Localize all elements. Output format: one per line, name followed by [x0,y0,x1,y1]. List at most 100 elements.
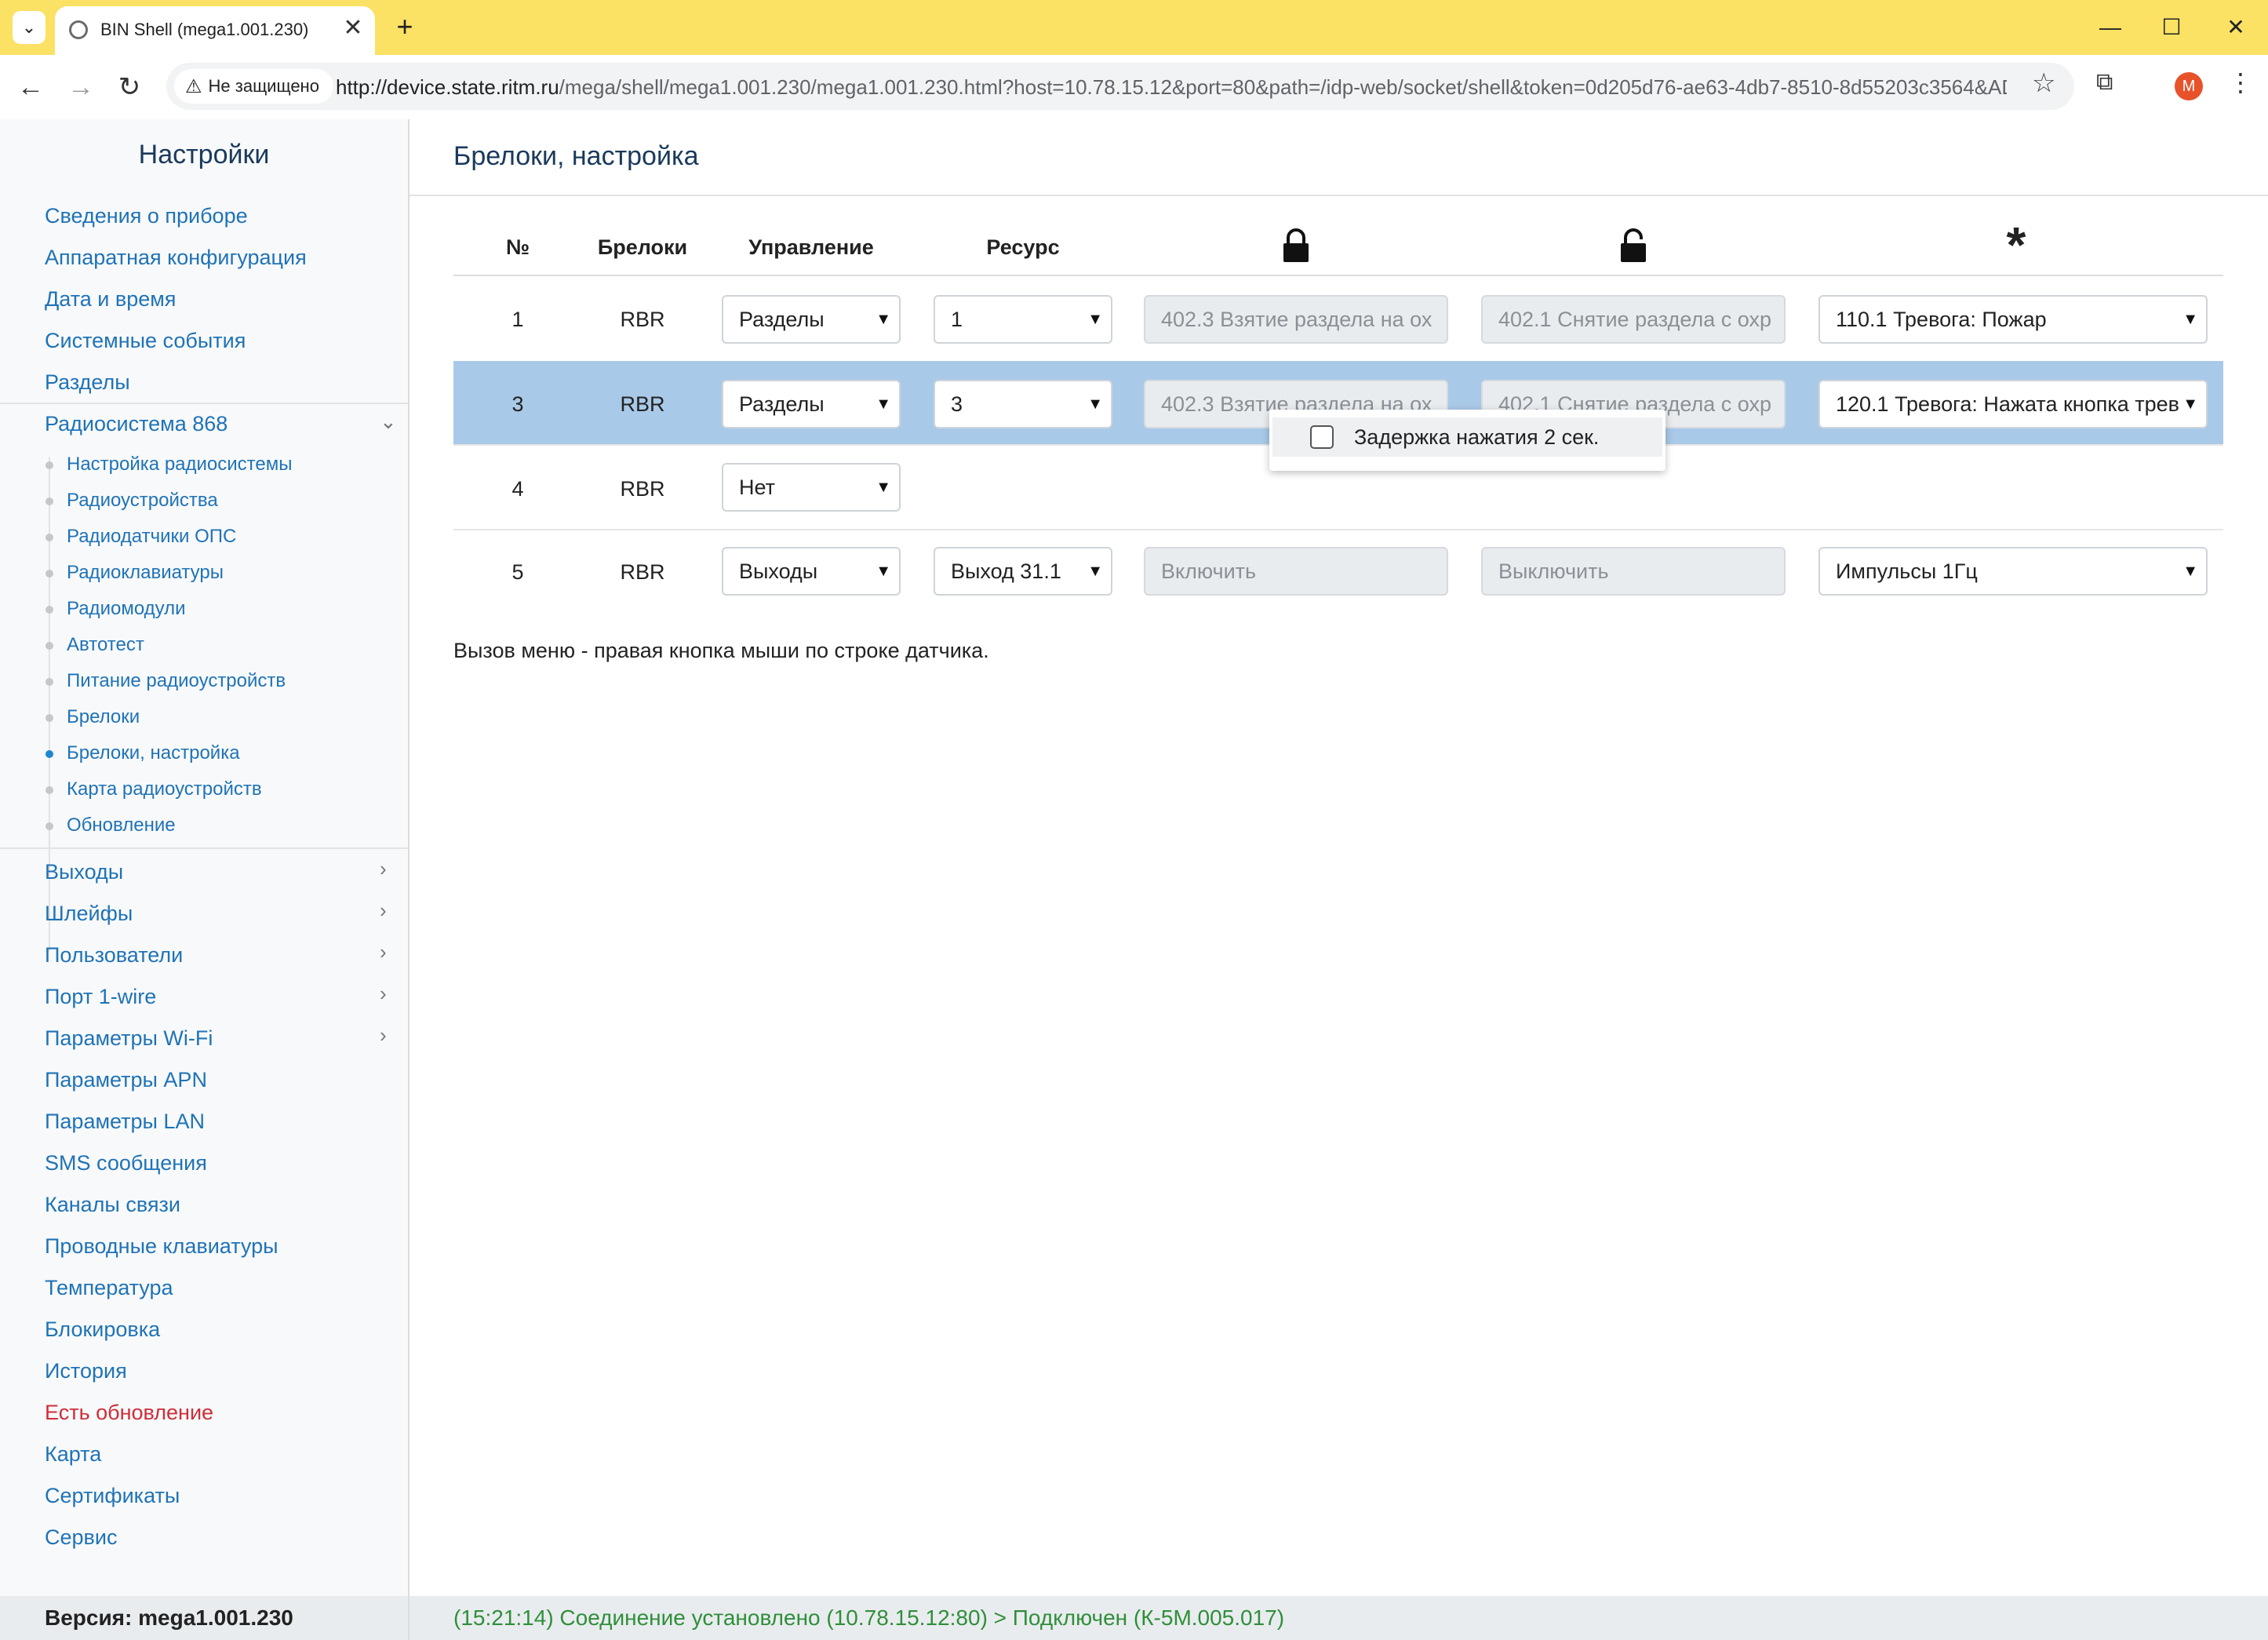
sidebar-item-temperature[interactable]: Температура [45,1276,173,1300]
sidebar-item-certificates[interactable]: Сертификаты [45,1484,180,1508]
kebab-icon[interactable]: ⋮ [2228,67,2253,97]
star-icon[interactable]: ☆ [2032,67,2055,99]
chevron-right-icon[interactable]: › [380,898,387,923]
sidebar-sub-power[interactable]: Питание радиоустройств [67,670,286,692]
sidebar-item-radio-868[interactable]: Радиосистема 868 [45,412,228,436]
col-header-control: Управление [748,235,874,259]
submenu-dot [46,606,53,614]
profile-avatar[interactable]: M [2175,72,2203,100]
sidebar-sub-radio-modules[interactable]: Радиомодули [67,598,186,620]
delay-checkbox[interactable] [1310,425,1334,449]
new-tab-button[interactable]: + [388,11,421,44]
sidebar-item-hardware-config[interactable]: Аппаратная конфигурация [45,246,307,270]
submenu-dot [46,534,53,541]
sidebar-item-apn[interactable]: Параметры APN [45,1068,207,1092]
page-title: Брелоки, настройка [453,141,699,171]
sidebar-sub-radio-setup[interactable]: Настройка радиосистемы [67,454,293,476]
col-header-num: № [505,235,530,259]
star-event-select[interactable]: 110.1 Тревога: Пожар ▼ [1818,295,2208,344]
chevron-right-icon[interactable]: › [380,1023,387,1048]
address-bar[interactable]: ⚠ Не защищено http://device.state.ritm.r… [166,63,2074,110]
resource-select[interactable]: 1 ▼ [934,295,1112,344]
sidebar-sub-radio-sensors[interactable]: Радиодатчики ОПС [67,526,236,548]
reload-icon[interactable]: ↻ [110,67,149,107]
context-menu-item-label: Задержка нажатия 2 сек. [1354,425,1600,449]
sidebar-sub-fobs-setup[interactable]: Брелоки, настройка [67,742,240,764]
sidebar-item-wired-keypads[interactable]: Проводные клавиатуры [45,1234,278,1259]
caret-down-icon: ▼ [876,548,891,594]
resource-select[interactable]: 3 ▼ [934,380,1112,428]
star-event-select[interactable]: 120.1 Тревога: Нажата кнопка трев ▼ [1818,380,2208,428]
sidebar-item-outputs[interactable]: Выходы [45,860,123,884]
caret-down-icon: ▼ [876,381,891,427]
submenu-dot [46,786,53,794]
warning-icon: ⚠ [185,75,202,97]
control-select[interactable]: Нет ▼ [722,463,901,512]
row-fob: RBR [620,308,665,331]
globe-icon [69,20,88,39]
back-icon[interactable]: ← [11,67,50,107]
sidebar-sub-autotest[interactable]: Автотест [67,634,144,656]
close-window-icon[interactable]: ✕ [2212,9,2259,46]
forward-icon[interactable]: → [61,67,100,107]
star-event-select[interactable]: Импульсы 1Гц ▼ [1818,547,2208,596]
chevron-right-icon[interactable]: › [380,940,387,964]
sidebar-sub-radio-map[interactable]: Карта радиоустройств [67,778,262,800]
sidebar-item-sms[interactable]: SMS сообщения [45,1151,207,1175]
url-host: http://device.state.ritm.ru [336,75,559,99]
chevron-down-icon[interactable]: ⌄ [380,410,397,434]
unlock-event-field: 402.1 Снятие раздела с охр [1481,295,1786,344]
sidebar-sub-radio-devices[interactable]: Радиоустройства [67,490,218,512]
control-select-value: Разделы [739,308,825,331]
footer-status-bar: (15:21:14) Соединение установлено (10.78… [410,1596,2268,1640]
chevron-right-icon[interactable]: › [380,982,387,1006]
version-text: Версия: mega1.001.230 [45,1605,293,1630]
submenu-dot [46,461,53,469]
sidebar-item-lan[interactable]: Параметры LAN [45,1110,205,1134]
resource-select[interactable]: Выход 31.1 ▼ [934,547,1112,596]
browser-tab[interactable]: BIN Shell (mega1.001.230) ✕ [55,6,375,55]
extensions-icon[interactable]: ⧉ [2096,69,2113,96]
sidebar-item-map[interactable]: Карта [45,1442,101,1467]
lock-event-field: 402.3 Взятие раздела на ох [1144,295,1448,344]
sidebar-item-update-available[interactable]: Есть обновление [45,1401,213,1425]
caret-down-icon: ▼ [1087,548,1103,594]
sidebar-item-1wire[interactable]: Порт 1-wire [45,985,156,1009]
sidebar-title: Настройки [138,140,270,169]
sidebar-sub-fobs[interactable]: Брелоки [67,706,140,728]
caret-down-icon: ▼ [876,297,891,342]
security-chip[interactable]: ⚠ Не защищено [174,69,333,104]
star-event-value: 120.1 Тревога: Нажата кнопка трев [1836,392,2180,416]
maximize-window-icon[interactable]: ☐ [2148,9,2195,46]
resource-select-value: 1 [951,308,963,331]
control-select[interactable]: Разделы ▼ [722,380,901,428]
close-tab-button[interactable]: ✕ [339,14,367,42]
sidebar-item-users[interactable]: Пользователи [45,943,183,968]
control-select[interactable]: Выходы ▼ [722,547,901,596]
submenu-dot [46,642,53,650]
sidebar-sub-radio-keypads[interactable]: Радиоклавиатуры [67,562,224,584]
tab-list-icon[interactable]: ⌄ [13,11,46,44]
footer-version-bar: Версия: mega1.001.230 [0,1596,410,1640]
sidebar-item-channels[interactable]: Каналы связи [45,1193,180,1217]
resource-select-value: 3 [951,392,963,416]
row-num: 3 [511,392,524,416]
sidebar-sub-update[interactable]: Обновление [67,815,176,836]
control-select-value: Разделы [739,392,825,416]
sidebar-item-system-events[interactable]: Системные события [45,329,246,353]
lock-event-field: Включить [1144,547,1448,596]
sidebar-item-loops[interactable]: Шлейфы [45,902,133,926]
unlock-event-field: Выключить [1481,547,1786,596]
minimize-window-icon[interactable]: — [2087,9,2134,46]
sidebar-item-service[interactable]: Сервис [45,1525,117,1550]
sidebar-item-date-time[interactable]: Дата и время [45,287,176,312]
chevron-right-icon[interactable]: › [380,857,387,881]
sidebar-item-lock[interactable]: Блокировка [45,1317,160,1342]
sidebar-item-partitions[interactable]: Разделы [45,370,130,395]
context-menu-item[interactable]: Задержка нажатия 2 сек. [1272,417,1662,457]
sidebar-item-wifi[interactable]: Параметры Wi-Fi [45,1026,213,1051]
sidebar-item-device-info[interactable]: Сведения о приборе [45,204,248,228]
sidebar-item-history[interactable]: История [45,1359,127,1383]
url-text[interactable]: http://device.state.ritm.ru/mega/shell/m… [336,75,2007,100]
control-select[interactable]: Разделы ▼ [722,295,901,344]
